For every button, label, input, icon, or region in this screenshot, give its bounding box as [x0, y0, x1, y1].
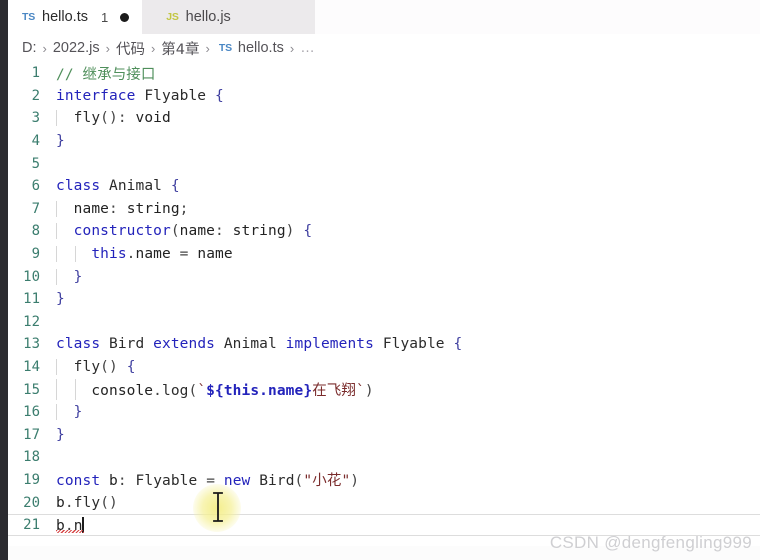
- line-number: 21: [23, 517, 40, 534]
- code-content[interactable]: b.n: [56, 516, 760, 534]
- code-line[interactable]: 17 }: [8, 424, 760, 447]
- code-content[interactable]: // 继承与接口: [56, 63, 760, 84]
- code-line[interactable]: 3 fly(): void: [8, 107, 760, 130]
- code-line[interactable]: 7 name: string;: [8, 198, 760, 221]
- code-content[interactable]: b.fly(): [56, 495, 760, 511]
- code-content[interactable]: }: [56, 427, 760, 443]
- code-content[interactable]: constructor(name: string) {: [56, 223, 760, 240]
- code-content[interactable]: }: [56, 404, 760, 421]
- breadcrumb-item-file[interactable]: hello.ts: [238, 40, 284, 56]
- line-number: 11: [23, 291, 40, 308]
- activity-bar[interactable]: [0, 0, 8, 560]
- line-number: 1: [31, 65, 40, 82]
- chevron-right-icon: ›: [150, 40, 156, 56]
- vscode-window: TS hello.ts 1 JS hello.js D: › 2022.js ›…: [0, 0, 760, 560]
- breadcrumb-item-folder-3[interactable]: 第4章: [161, 38, 199, 59]
- error-squiggle: [56, 529, 84, 533]
- line-number: 6: [31, 178, 40, 195]
- code-editor[interactable]: 1 // 继承与接口 2 interface Flyable { 3 fly()…: [8, 62, 760, 560]
- code-line[interactable]: 11 }: [8, 288, 760, 311]
- code-line[interactable]: 4 }: [8, 130, 760, 153]
- code-line[interactable]: 20 b.fly(): [8, 491, 760, 514]
- chevron-right-icon: ›: [105, 40, 110, 56]
- code-line[interactable]: 19 const b: Flyable = new Bird("小花"): [8, 469, 760, 492]
- code-content[interactable]: }: [56, 268, 760, 285]
- line-number: 2: [31, 87, 40, 104]
- line-number: 10: [23, 268, 40, 285]
- code-line[interactable]: 13 class Bird extends Animal implements …: [8, 333, 760, 356]
- code-line[interactable]: 6 class Animal {: [8, 175, 760, 198]
- code-line[interactable]: 9 this.name = name: [8, 243, 760, 266]
- tab-hello-ts[interactable]: TS hello.ts 1: [8, 0, 143, 34]
- line-number: 8: [31, 223, 40, 240]
- line-number: 19: [23, 471, 40, 488]
- tab-label: hello.js: [185, 9, 231, 25]
- tab-hello-js[interactable]: JS hello.js: [142, 0, 315, 34]
- breadcrumb-item-drive[interactable]: D:: [22, 40, 37, 56]
- code-line[interactable]: 8 constructor(name: string) {: [8, 220, 760, 243]
- code-line[interactable]: 1 // 继承与接口: [8, 62, 760, 85]
- code-content[interactable]: class Animal {: [56, 178, 760, 194]
- chevron-right-icon: ›: [42, 40, 47, 56]
- javascript-file-icon: JS: [166, 11, 179, 23]
- chevron-right-icon: ›: [289, 40, 295, 56]
- code-line[interactable]: 5: [8, 152, 760, 175]
- line-number: 20: [23, 494, 40, 511]
- unsaved-indicator-icon[interactable]: [120, 12, 130, 22]
- typescript-file-icon: TS: [22, 11, 36, 23]
- code-line[interactable]: 16 }: [8, 401, 760, 424]
- line-number: 12: [23, 313, 40, 330]
- code-line[interactable]: 18: [8, 446, 760, 469]
- watermark: CSDN @dengfengling999: [549, 533, 752, 552]
- breadcrumb-item-folder-1[interactable]: 2022.js: [53, 40, 100, 56]
- line-number: 9: [31, 246, 40, 263]
- code-content[interactable]: }: [56, 133, 760, 149]
- line-number: 4: [31, 133, 40, 150]
- line-number: 15: [23, 381, 40, 398]
- code-line[interactable]: 14 fly() {: [8, 356, 760, 379]
- breadcrumb-overflow[interactable]: …: [300, 40, 316, 56]
- code-line[interactable]: 10 }: [8, 265, 760, 288]
- breadcrumb-item-folder-2[interactable]: 代码: [116, 38, 145, 59]
- line-number: 5: [31, 155, 40, 172]
- chevron-right-icon: ›: [205, 40, 210, 56]
- line-number: 13: [23, 336, 40, 353]
- line-number: 14: [23, 359, 40, 376]
- code-content[interactable]: name: string;: [56, 200, 760, 217]
- code-content[interactable]: fly() {: [56, 359, 760, 376]
- typescript-file-icon: TS: [218, 42, 232, 54]
- line-number: 3: [31, 110, 40, 127]
- code-content[interactable]: const b: Flyable = new Bird("小花"): [56, 469, 760, 490]
- line-number: 16: [23, 404, 40, 421]
- editor-tab-bar: TS hello.ts 1 JS hello.js: [8, 0, 760, 34]
- code-content[interactable]: fly(): void: [56, 110, 760, 127]
- tab-problem-count: 1: [100, 9, 109, 25]
- code-content[interactable]: console.log(`${this.name}在飞翔`): [56, 379, 760, 401]
- code-content[interactable]: }: [56, 291, 760, 307]
- code-content[interactable]: this.name = name: [56, 246, 760, 263]
- code-content[interactable]: interface Flyable {: [56, 88, 760, 104]
- line-number: 7: [31, 200, 40, 217]
- code-line[interactable]: 15 console.log(`${this.name}在飞翔`): [8, 378, 760, 401]
- code-content[interactable]: class Bird extends Animal implements Fly…: [56, 336, 760, 352]
- breadcrumb[interactable]: D: › 2022.js › 代码 › 第4章 › TS hello.ts › …: [8, 34, 760, 62]
- line-number: 17: [23, 426, 40, 443]
- line-number: 18: [23, 449, 40, 466]
- code-line[interactable]: 2 interface Flyable {: [8, 85, 760, 108]
- code-line[interactable]: 12: [8, 311, 760, 334]
- tab-label: hello.ts: [42, 9, 88, 25]
